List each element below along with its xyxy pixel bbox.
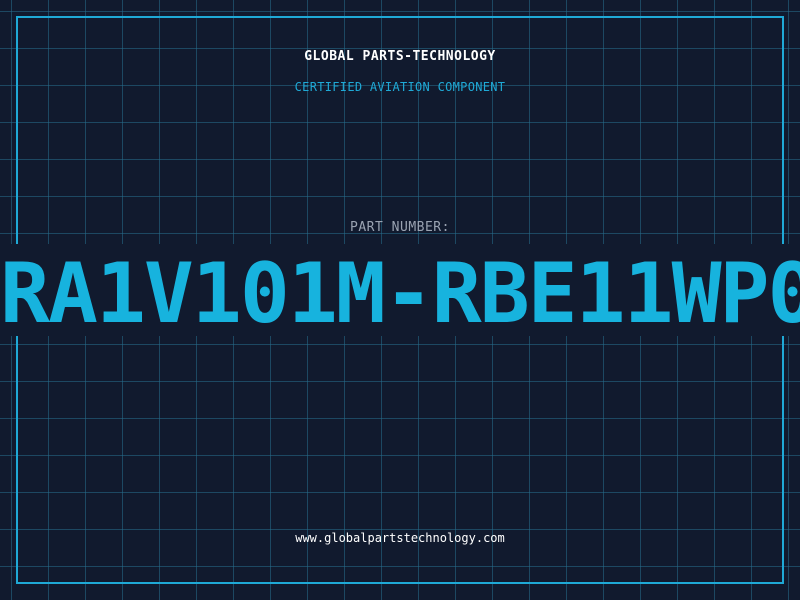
part-label-card: GLOBAL PARTS-TECHNOLOGY CERTIFIED AVIATI…	[0, 0, 800, 600]
part-number-label: PART NUMBER:	[350, 220, 450, 235]
company-name: GLOBAL PARTS-TECHNOLOGY	[304, 49, 496, 64]
company-tagline: CERTIFIED AVIATION COMPONENT	[294, 80, 506, 94]
website-url: www.globalpartstechnology.com	[295, 531, 505, 545]
part-number-value: RA1V101M-RBE11WP00	[0, 254, 800, 334]
